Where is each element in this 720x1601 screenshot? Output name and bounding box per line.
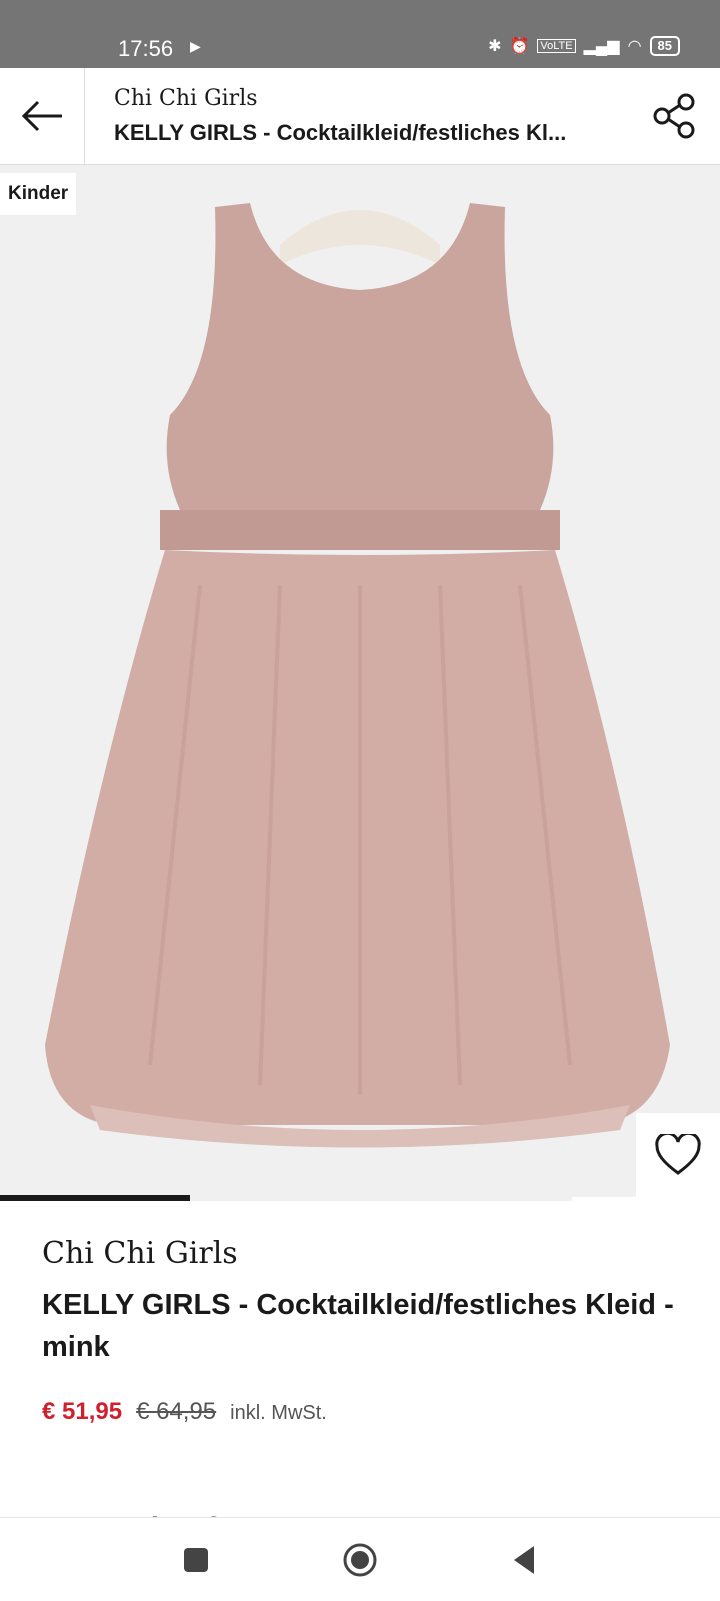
wishlist-button[interactable] <box>636 1113 720 1197</box>
status-icons: ✱ ⏰ VoLTE ▂▄▆ ◠ 85 <box>488 36 680 56</box>
wifi-icon: ◠ <box>627 38 642 55</box>
back-nav-button[interactable] <box>506 1542 542 1578</box>
battery-icon: 85 <box>649 36 680 56</box>
carousel-indicator <box>0 1195 190 1201</box>
home-button[interactable] <box>342 1542 378 1578</box>
category-badge: Kinder <box>0 173 77 215</box>
status-time: 17:56 <box>118 36 174 61</box>
original-price: € 64,95 <box>136 1398 217 1425</box>
circle-icon <box>343 1543 377 1577</box>
share-icon <box>653 93 695 139</box>
header-title: KELLY GIRLS - Cocktailkleid/festliches K… <box>114 120 567 145</box>
product-brand[interactable]: Chi Chi Girls <box>42 1236 238 1271</box>
current-price: € 51,95 <box>42 1398 123 1425</box>
product-title: KELLY GIRLS - Cocktailkleid/festliches K… <box>42 1289 674 1363</box>
arrow-left-icon <box>21 100 62 132</box>
square-icon <box>184 1548 208 1572</box>
dress-image <box>45 203 670 1148</box>
heart-icon <box>655 1134 701 1175</box>
tax-note: inkl. MwSt. <box>230 1402 327 1424</box>
header-brand: Chi Chi Girls <box>114 86 258 111</box>
product-image[interactable]: Kinder <box>0 165 720 1197</box>
top-header: Chi Chi Girls KELLY GIRLS - Cocktailklei… <box>0 68 720 165</box>
share-button[interactable] <box>650 92 698 140</box>
back-button[interactable] <box>0 68 85 164</box>
bluetooth-icon: ✱ <box>488 38 502 55</box>
triangle-back-icon <box>514 1546 534 1574</box>
price-row: € 51,95 € 64,95 inkl. MwSt. <box>42 1398 327 1426</box>
alarm-icon: ⏰ <box>509 38 530 55</box>
volte-icon: VoLTE <box>537 39 576 53</box>
recents-button[interactable] <box>178 1542 214 1578</box>
system-nav-bar <box>0 1517 720 1601</box>
signal-icon: ▂▄▆ <box>583 38 620 55</box>
status-bar: 17:56 ▶ ✱ ⏰ VoLTE ▂▄▆ ◠ 85 <box>0 0 720 68</box>
play-icon: ▶ <box>190 38 201 54</box>
